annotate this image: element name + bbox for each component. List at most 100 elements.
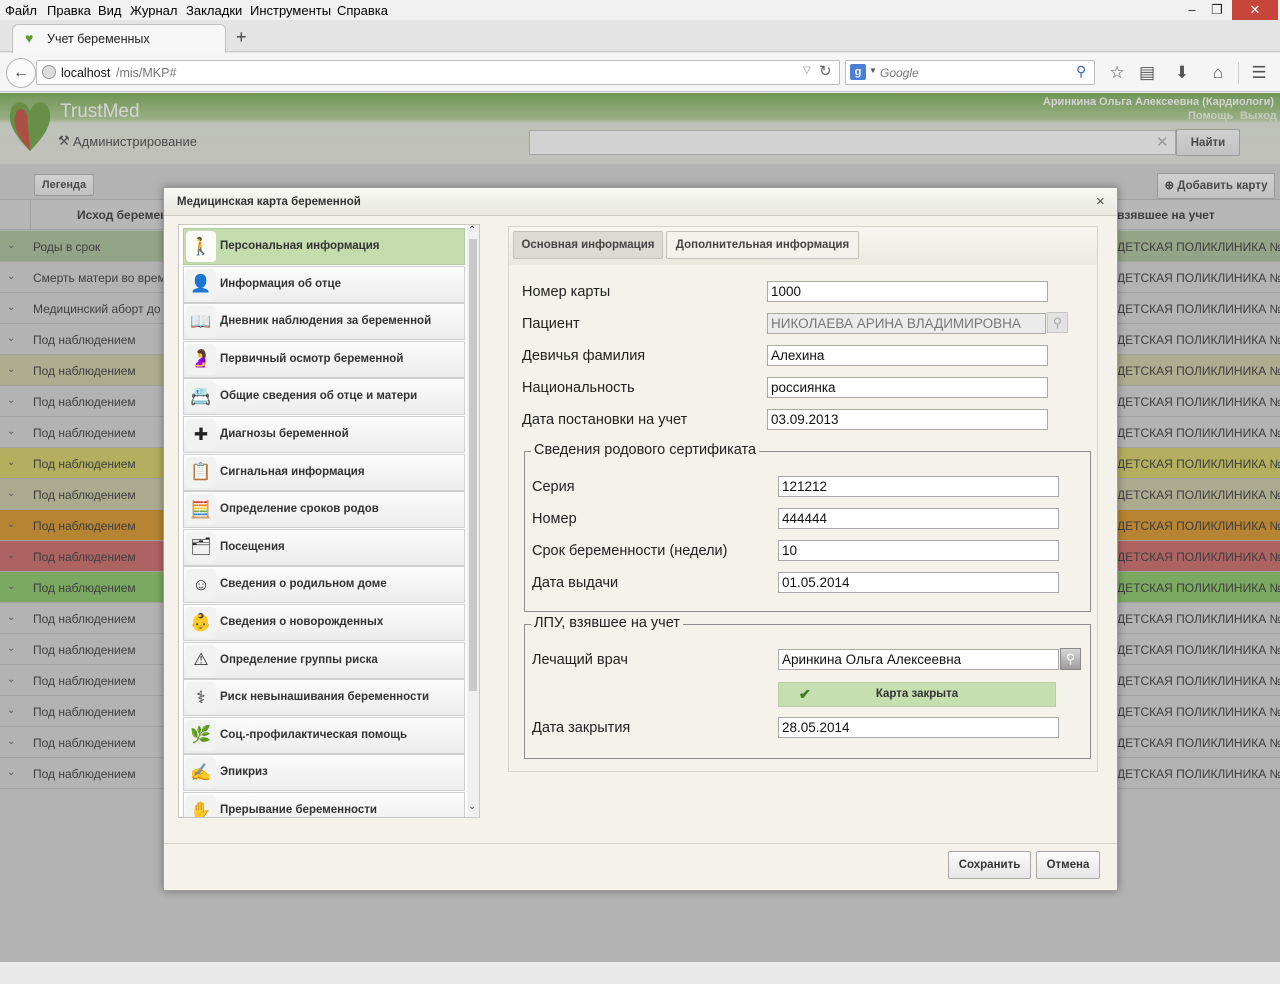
search-icon[interactable]: ⚲ xyxy=(1076,63,1086,80)
nav-item[interactable]: 📖 Дневник наблюдения за беременной xyxy=(183,303,465,341)
site-info-icon[interactable] xyxy=(42,65,56,79)
nav-scrollbar[interactable]: ⌃ ⌄ xyxy=(467,225,479,817)
nav-item[interactable]: ✋ Прерывание беременности xyxy=(183,792,465,817)
google-icon[interactable]: g xyxy=(850,64,866,80)
reading-list-icon[interactable]: ▤ xyxy=(1136,63,1158,83)
card-closed-button[interactable]: ✔ Карта закрыта xyxy=(778,682,1056,707)
menu-file[interactable]: Файл xyxy=(5,3,37,18)
nav-item[interactable]: ☺ Сведения о родильном доме xyxy=(183,566,465,604)
registration-date-label: Дата постановки на учет xyxy=(522,412,688,428)
leaf-icon: 🌿 xyxy=(186,719,216,751)
restore-button[interactable]: ❐ xyxy=(1205,0,1229,20)
doctor-search-icon[interactable]: ⚲ xyxy=(1060,648,1081,670)
nav-item-label: Посещения xyxy=(220,540,285,553)
patient-input[interactable]: НИКОЛАЕВА АРИНА ВЛАДИМИРОВНА xyxy=(767,313,1046,334)
series-input[interactable]: 121212 xyxy=(778,476,1059,497)
reload-icon[interactable]: ↻ xyxy=(819,62,832,80)
nav-item-label: Определение сроков родов xyxy=(220,503,379,516)
hamburger-menu-icon[interactable]: ☰ xyxy=(1248,63,1270,83)
pregnant-icon: 🤰 xyxy=(186,343,216,375)
dialog-close-icon[interactable]: × xyxy=(1096,193,1105,210)
browser-tab[interactable]: ♥ Учет беременных xyxy=(12,24,226,53)
nav-item[interactable]: 🚶 Персональная информация xyxy=(183,228,465,265)
nav-item[interactable]: ⚕ Риск невынашивания беременности xyxy=(183,679,465,717)
dialog-title: Медицинская карта беременной xyxy=(177,196,361,208)
scroll-up-icon[interactable]: ⌃ xyxy=(468,225,476,236)
pregnancy-card-dialog: Медицинская карта беременной × 🚶 Персонал… xyxy=(163,187,1118,891)
tab-extra-info[interactable]: Дополнительная информация xyxy=(666,231,859,259)
man-icon: 👤 xyxy=(186,268,216,300)
browser-menubar: Файл Правка Вид Журнал Закладки Инструме… xyxy=(0,0,1280,20)
url-dropdown-icon[interactable]: ▽ xyxy=(803,65,811,76)
nav-item-label: Персональная информация xyxy=(220,240,380,252)
registration-date-input[interactable]: 03.09.2013 xyxy=(767,409,1048,430)
save-button[interactable]: Сохранить xyxy=(948,851,1031,879)
risk-group-icon: ⚠ xyxy=(186,644,216,676)
card-number-input[interactable]: 1000 xyxy=(767,281,1048,302)
nav-item[interactable]: ✚ Диагнозы беременной xyxy=(183,416,465,453)
person-walking-icon: 🚶 xyxy=(186,231,216,262)
home-icon[interactable]: ⌂ xyxy=(1207,63,1229,83)
menu-help[interactable]: Справка xyxy=(337,3,388,18)
calculator-icon: 🧮 xyxy=(186,494,216,526)
maiden-name-label: Девичья фамилия xyxy=(522,348,646,364)
cert-number-input[interactable]: 444444 xyxy=(778,508,1059,529)
nav-item[interactable]: 👤 Информация об отце xyxy=(183,265,465,303)
engine-dropdown-icon[interactable]: ▼ xyxy=(869,66,877,75)
url-bar[interactable]: localhost /mis/MKP# ▽ ↻ xyxy=(36,60,840,85)
nav-item-label: Информация об отце xyxy=(220,277,341,290)
dialog-titlebar: Медицинская карта беременной × xyxy=(164,188,1117,216)
menu-tools[interactable]: Инструменты xyxy=(250,3,331,18)
nav-bar: ← localhost /mis/MKP# ▽ ↻ g ▼ Google ⚲ ☆… xyxy=(0,53,1280,92)
card-closed-label: Карта закрыта xyxy=(875,688,959,700)
nav-item[interactable]: 🗂 Посещения xyxy=(183,528,465,566)
nationality-label: Национальность xyxy=(522,380,635,396)
medical-kit-icon: ✚ xyxy=(186,419,216,450)
nav-item-label: Сигнальная информация xyxy=(220,465,365,478)
weeks-input[interactable]: 10 xyxy=(778,540,1059,561)
doctor-label: Лечащий врач xyxy=(532,652,628,668)
maiden-name-input[interactable]: Алехина xyxy=(767,345,1048,366)
nav-item-label: Сведения о родильном доме xyxy=(220,578,387,591)
nav-item[interactable]: 🧮 Определение сроков родов xyxy=(183,491,465,529)
issue-date-label: Дата выдачи xyxy=(532,575,619,591)
patient-label: Пациент xyxy=(522,316,580,332)
contact-card-icon: 📇 xyxy=(186,381,216,413)
checkmark-icon: ✔ xyxy=(799,686,811,702)
close-window-button[interactable]: ✕ xyxy=(1232,0,1278,20)
series-label: Серия xyxy=(532,479,575,495)
nav-item[interactable]: 📋 Сигнальная информация xyxy=(183,453,465,491)
issue-date-input[interactable]: 01.05.2014 xyxy=(778,572,1059,593)
nav-item[interactable]: 📇 Общие сведения об отце и матери xyxy=(183,378,465,416)
doctor-input[interactable]: Аринкина Ольга Алексеевна xyxy=(778,649,1059,670)
back-icon[interactable]: ← xyxy=(6,58,36,88)
patient-search-icon[interactable]: ⚲ xyxy=(1047,312,1068,333)
menu-view[interactable]: Вид xyxy=(98,3,122,18)
nav-item[interactable]: 🤰 Первичный осмотр беременной xyxy=(183,340,465,378)
search-placeholder: Google xyxy=(880,66,919,80)
download-icon[interactable]: ⬇ xyxy=(1171,63,1193,83)
nav-item[interactable]: 👶 Сведения о новорожденных xyxy=(183,604,465,641)
nav-item[interactable]: ✍ Эпикриз xyxy=(183,754,465,792)
menu-history[interactable]: Журнал xyxy=(130,3,177,18)
menu-edit[interactable]: Правка xyxy=(47,3,91,18)
new-tab-button[interactable]: + xyxy=(236,27,247,48)
baby-face-icon: ☺ xyxy=(186,569,216,601)
warning-sign-icon: ⚕ xyxy=(186,682,216,714)
scroll-thumb[interactable] xyxy=(469,239,477,691)
nav-item-label: Первичный осмотр беременной xyxy=(220,352,404,365)
nav-item-label: Сведения о новорожденных xyxy=(220,616,384,628)
tab-main-info[interactable]: Основная информация xyxy=(513,231,663,259)
star-icon[interactable]: ☆ xyxy=(1106,63,1128,83)
search-box[interactable]: g ▼ Google ⚲ xyxy=(845,60,1095,85)
close-date-input[interactable]: 28.05.2014 xyxy=(778,717,1059,738)
scroll-down-icon[interactable]: ⌄ xyxy=(468,801,476,812)
nav-item-label: Диагнозы беременной xyxy=(220,428,349,440)
minimize-button[interactable]: – xyxy=(1180,0,1204,20)
nationality-input[interactable]: россиянка xyxy=(767,377,1048,398)
nav-item[interactable]: ⚠ Определение группы риска xyxy=(183,641,465,679)
menu-bookmarks[interactable]: Закладки xyxy=(186,3,242,18)
close-date-label: Дата закрытия xyxy=(532,720,631,736)
nav-item[interactable]: 🌿 Соц.-профилактическая помощь xyxy=(183,716,465,754)
cancel-button[interactable]: Отмена xyxy=(1036,851,1100,879)
